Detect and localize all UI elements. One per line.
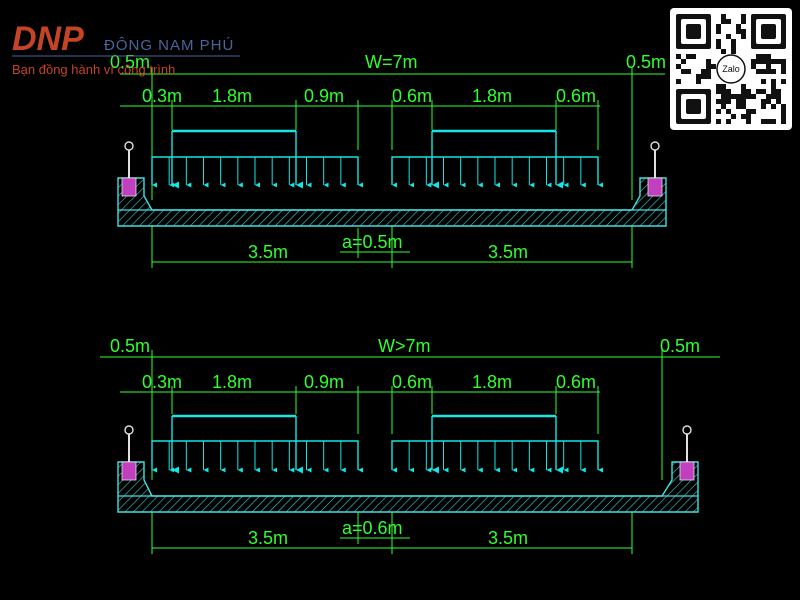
right-railing-1 [647, 141, 663, 197]
logo-company-name: ĐÔNG NAM PHÚ [104, 37, 234, 54]
vehicle-right-edge-label-1: 0.6m [556, 86, 596, 106]
vehicle-left-inner-label-1: 0.9m [304, 86, 344, 106]
lane-right-label-1: 3.5m [488, 242, 528, 262]
vehicle-left-edge-label-1: 0.3m [142, 86, 182, 106]
distributed-load-right-1 [391, 157, 603, 188]
lane-right-label-2: 3.5m [488, 528, 528, 548]
vehicle-left-track-label-1: 1.8m [212, 86, 252, 106]
left-railing-1 [121, 141, 137, 197]
vehicle-right-track-label-1: 1.8m [472, 86, 512, 106]
vehicle-right-inner-label-1: 0.6m [392, 86, 432, 106]
zalo-qr-code[interactable]: Zalo [670, 8, 792, 130]
cross-section-2: 0.5m W>7m 0.5m 0.3m 1.8m 0.9m 0.6m 1.8m … [100, 336, 720, 554]
vehicle-right-inner-label-2: 0.6m [392, 372, 432, 392]
lane-left-label-1: 3.5m [248, 242, 288, 262]
gap-label-2: a=0.6m [342, 518, 403, 538]
right-railing-2 [679, 425, 695, 481]
logo-tagline: Bạn đồng hành vì công trình [12, 62, 175, 77]
cross-section-1: 0.5m W=7m 0.5m 0.3m 1.8m 0.9m 0.6m 1.8m … [110, 52, 667, 268]
width-label-2: W>7m [378, 336, 431, 356]
distributed-load-left-2 [151, 441, 363, 473]
deck-slab-1 [117, 177, 667, 227]
vehicle-left-track-label-2: 1.8m [212, 372, 252, 392]
vehicle-right-edge-label-2: 0.6m [556, 372, 596, 392]
left-railing-2 [121, 425, 137, 481]
distributed-load-left-1 [151, 157, 363, 188]
right-sidewalk-label-1: 0.5m [626, 52, 666, 72]
gap-label-1: a=0.5m [342, 232, 403, 252]
left-sidewalk-label-2: 0.5m [110, 336, 150, 356]
zalo-label: Zalo [722, 64, 740, 74]
vehicle-left-edge-label-2: 0.3m [142, 372, 182, 392]
logo-mark: DNP [12, 20, 84, 58]
lane-left-label-2: 3.5m [248, 528, 288, 548]
bridge-cross-section-drawing: 0.5m W=7m 0.5m 0.3m 1.8m 0.9m 0.6m 1.8m … [12, 8, 792, 554]
width-label-1: W=7m [365, 52, 418, 72]
vehicle-left-inner-label-2: 0.9m [304, 372, 344, 392]
distributed-load-right-2 [391, 441, 603, 473]
brand-logo: DNP ĐÔNG NAM PHÚ Bạn đồng hành vì công t… [12, 20, 240, 77]
deck-slab-2 [117, 461, 699, 513]
vehicle-right-track-label-2: 1.8m [472, 372, 512, 392]
right-sidewalk-label-2: 0.5m [660, 336, 700, 356]
